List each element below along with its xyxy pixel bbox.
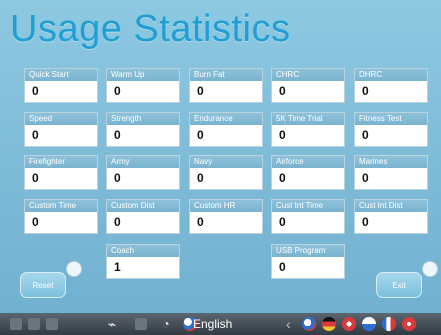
stat-label: Fitness Test xyxy=(355,113,427,125)
stat-tile-custom-dist: Custom Dist 0 xyxy=(106,199,180,234)
stat-tile-5k-time-trial: 5K Time Trial 0 xyxy=(271,112,345,147)
stat-label: CHRC xyxy=(272,69,344,81)
stats-grid: Quick Start 0 Warm Up 0 Burn Fat 0 CHRC … xyxy=(0,0,441,335)
exit-button[interactable]: Exit xyxy=(376,272,422,298)
tool-icon[interactable]: ⌁ xyxy=(104,316,120,332)
stat-tile-navy: Navy 0 xyxy=(189,155,263,190)
stat-value: 0 xyxy=(197,84,204,98)
stat-value: 0 xyxy=(279,215,286,229)
stat-label: Strength xyxy=(107,113,179,125)
stat-tile-coach: Coach 1 xyxy=(106,244,180,279)
stat-tile-strength: Strength 0 xyxy=(106,112,180,147)
stat-value: 0 xyxy=(279,84,286,98)
stat-value: 0 xyxy=(32,215,39,229)
stat-value: 0 xyxy=(32,128,39,142)
stat-value: 0 xyxy=(362,84,369,98)
stat-label: Airforce xyxy=(272,156,344,168)
bottom-toolbar: ⌁ ◔ English ‹ xyxy=(0,313,441,335)
stat-tile-usb-program: USB Program 0 xyxy=(271,244,345,279)
stat-label: Cust Int Dist xyxy=(355,200,427,212)
stat-tile-warm-up: Warm Up 0 xyxy=(106,68,180,103)
stat-label: Burn Fat xyxy=(190,69,262,81)
reset-button[interactable]: Reset xyxy=(20,272,66,298)
stat-value: 0 xyxy=(32,171,39,185)
stat-value: 0 xyxy=(279,171,286,185)
stat-label: Army xyxy=(107,156,179,168)
stat-value: 0 xyxy=(362,215,369,229)
stat-value: 0 xyxy=(197,128,204,142)
speaker-icon[interactable]: ◔ xyxy=(158,316,174,332)
stat-tile-custom-time: Custom Time 0 xyxy=(24,199,98,234)
stat-value: 0 xyxy=(197,171,204,185)
stat-label: Custom Dist xyxy=(107,200,179,212)
stat-label: Cust Int Time xyxy=(272,200,344,212)
stat-label: USB Program xyxy=(272,245,344,257)
flag-germany-icon[interactable] xyxy=(322,317,336,331)
stat-value: 0 xyxy=(197,215,204,229)
language-label[interactable]: English xyxy=(193,316,232,332)
stat-label: DHRC xyxy=(355,69,427,81)
stat-label: Firefighter xyxy=(25,156,97,168)
stat-tile-fitness-test: Fitness Test 0 xyxy=(354,112,428,147)
stat-value: 0 xyxy=(279,260,286,274)
stat-tile-army: Army 0 xyxy=(106,155,180,190)
bar-square-icon[interactable] xyxy=(10,318,22,330)
flag-us-icon[interactable] xyxy=(302,317,316,331)
bar-square-icon[interactable] xyxy=(28,318,40,330)
stat-label: Endurance xyxy=(190,113,262,125)
stat-tile-chrc: CHRC 0 xyxy=(271,68,345,103)
flag-red-icon[interactable] xyxy=(342,317,356,331)
stat-value: 1 xyxy=(114,260,121,274)
stat-value: 0 xyxy=(362,128,369,142)
stat-tile-cust-int-time: Cust Int Time 0 xyxy=(271,199,345,234)
stat-tile-endurance: Endurance 0 xyxy=(189,112,263,147)
stat-tile-quick-start: Quick Start 0 xyxy=(24,68,98,103)
stat-label: Custom Time xyxy=(25,200,97,212)
reset-knob-icon xyxy=(66,261,82,277)
stat-tile-firefighter: Firefighter 0 xyxy=(24,155,98,190)
stat-label: Quick Start xyxy=(25,69,97,81)
stat-value: 0 xyxy=(362,171,369,185)
flag-round-icon[interactable] xyxy=(402,317,416,331)
stat-tile-marines: Marines 0 xyxy=(354,155,428,190)
exit-knob-icon xyxy=(422,261,438,277)
left-arrow-icon[interactable]: ‹ xyxy=(286,317,298,331)
stat-tile-burn-fat: Burn Fat 0 xyxy=(189,68,263,103)
stat-value: 0 xyxy=(114,84,121,98)
flag-blue-white-icon[interactable] xyxy=(362,317,376,331)
stat-tile-speed: Speed 0 xyxy=(24,112,98,147)
stat-label: Custom HR xyxy=(190,200,262,212)
stat-tile-cust-int-dist: Cust Int Dist 0 xyxy=(354,199,428,234)
stat-tile-dhrc: DHRC 0 xyxy=(354,68,428,103)
stat-tile-airforce: Airforce 0 xyxy=(271,155,345,190)
stat-tile-custom-hr: Custom HR 0 xyxy=(189,199,263,234)
stat-value: 0 xyxy=(114,128,121,142)
stat-label: Coach xyxy=(107,245,179,257)
stat-label: 5K Time Trial xyxy=(272,113,344,125)
stat-value: 0 xyxy=(279,128,286,142)
stat-label: Speed xyxy=(25,113,97,125)
stat-label: Navy xyxy=(190,156,262,168)
stat-value: 0 xyxy=(114,171,121,185)
bar-square-icon[interactable] xyxy=(135,318,147,330)
stat-label: Marines xyxy=(355,156,427,168)
stat-label: Warm Up xyxy=(107,69,179,81)
stat-value: 0 xyxy=(32,84,39,98)
stat-value: 0 xyxy=(114,215,121,229)
bar-square-icon[interactable] xyxy=(46,318,58,330)
flag-france-icon[interactable] xyxy=(382,317,396,331)
